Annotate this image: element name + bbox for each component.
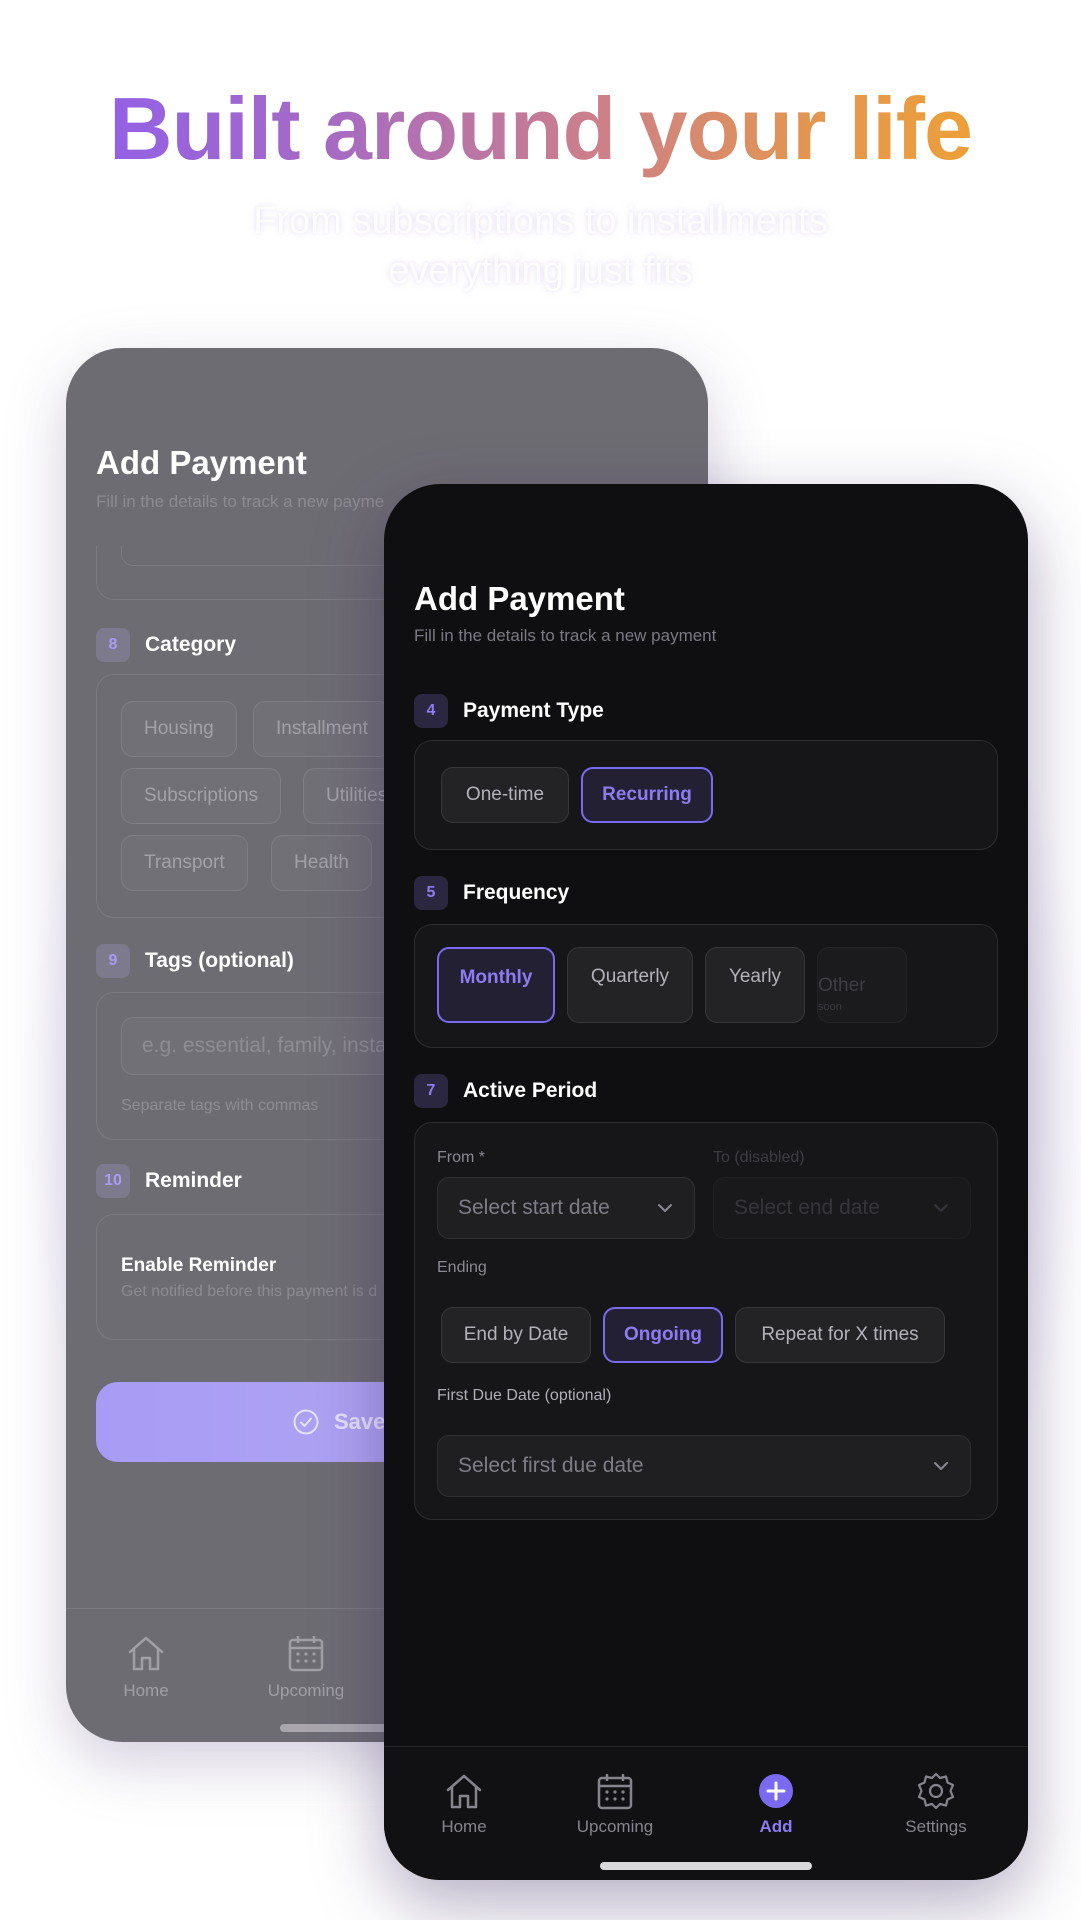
ending-end-by-date[interactable]: End by Date <box>441 1307 591 1363</box>
reminder-toggle-title: Enable Reminder <box>121 1255 277 1276</box>
nav-upcoming[interactable]: Upcoming <box>246 1633 366 1701</box>
section-label: Frequency <box>463 881 570 904</box>
hero-subtitle-line2: everything just fits <box>388 250 693 292</box>
payment-type-card: One-time Recurring <box>414 740 998 850</box>
ending-repeat-x-times[interactable]: Repeat for X times <box>735 1307 945 1363</box>
section-label: Tags (optional) <box>145 949 294 972</box>
payment-type-recurring[interactable]: Recurring <box>581 767 713 823</box>
nav-settings[interactable]: Settings <box>871 1771 1001 1837</box>
nav-label: Upcoming <box>576 1817 654 1836</box>
nav-home[interactable]: Home <box>399 1771 529 1837</box>
payment-type-one-time[interactable]: One-time <box>441 767 569 823</box>
frequency-other: Other soon <box>817 947 907 1023</box>
section-label: Category <box>145 633 237 656</box>
chevron-down-icon <box>934 1204 948 1212</box>
frequency-other-note: soon <box>818 1001 842 1013</box>
step-badge: 8 <box>96 628 130 662</box>
page-title: Add Payment <box>414 580 625 617</box>
frequency-monthly[interactable]: Monthly <box>437 947 555 1023</box>
to-label: To (disabled) <box>713 1149 805 1166</box>
category-chip-transport[interactable]: Transport <box>121 835 248 891</box>
front-phone-screen: Add Payment Fill in the details to track… <box>384 484 1028 1880</box>
gear-icon <box>917 1772 955 1810</box>
category-chip-health[interactable]: Health <box>271 835 372 891</box>
end-date-placeholder: Select end date <box>734 1196 880 1219</box>
reminder-toggle-subtitle: Get notified before this payment is d <box>121 1283 378 1300</box>
category-chip-subscriptions[interactable]: Subscriptions <box>121 768 282 824</box>
ending-ongoing[interactable]: Ongoing <box>603 1307 723 1363</box>
step-badge: 7 <box>414 1074 448 1108</box>
step-badge: 9 <box>96 944 130 978</box>
home-icon <box>446 1774 482 1809</box>
nav-label: Home <box>441 1817 487 1836</box>
section-label: Reminder <box>145 1169 242 1192</box>
tags-section-header: 9 Tags (optional) <box>96 944 294 978</box>
step-badge: 4 <box>414 694 448 728</box>
nav-add[interactable]: Add <box>711 1771 841 1837</box>
frequency-card: Monthly Quarterly Yearly Other soon <box>414 924 998 1048</box>
calendar-icon <box>288 1636 324 1672</box>
step-badge: 10 <box>96 1164 130 1198</box>
nav-home[interactable]: Home <box>86 1633 206 1701</box>
start-date-placeholder: Select start date <box>458 1196 610 1219</box>
page-subtitle: Fill in the details to track a new payme… <box>414 626 717 645</box>
section-label: Active Period <box>463 1079 598 1102</box>
page-title: Add Payment <box>96 444 307 481</box>
frequency-quarterly[interactable]: Quarterly <box>567 947 693 1023</box>
bottom-nav: Home Upcoming Add Settings <box>384 1746 1028 1880</box>
nav-upcoming[interactable]: Upcoming <box>550 1771 680 1837</box>
home-indicator <box>600 1862 812 1870</box>
hero-subtitle-line1: From subscriptions to installments <box>253 200 828 242</box>
payment-type-section-header: 4 Payment Type <box>414 694 604 728</box>
section-label: Payment Type <box>463 699 604 722</box>
nav-label: Upcoming <box>267 1681 345 1700</box>
chevron-down-icon <box>934 1462 948 1470</box>
first-due-date-select[interactable]: Select first due date <box>437 1435 971 1497</box>
category-chip-installment[interactable]: Installment <box>253 701 391 757</box>
plus-circle-icon <box>759 1774 793 1808</box>
hero-subtitle: From subscriptions to installments every… <box>0 196 1081 296</box>
from-label: From * <box>437 1149 485 1166</box>
ending-label: Ending <box>437 1259 487 1276</box>
first-due-date-placeholder: Select first due date <box>458 1454 644 1477</box>
end-date-select: Select end date <box>713 1177 971 1239</box>
frequency-other-label: Other <box>818 975 866 996</box>
active-period-card: From * Select start date To (disabled) S… <box>414 1122 998 1520</box>
start-date-select[interactable]: Select start date <box>437 1177 695 1239</box>
hero-headline: Built around your life <box>0 78 1081 180</box>
category-section-header: 8 Category <box>96 628 236 662</box>
nav-label: Add <box>759 1817 793 1836</box>
check-circle-icon <box>293 1409 319 1435</box>
frequency-yearly[interactable]: Yearly <box>705 947 805 1023</box>
category-chip-housing[interactable]: Housing <box>121 701 237 757</box>
calendar-icon <box>597 1774 633 1810</box>
first-due-label: First Due Date (optional) <box>437 1387 612 1404</box>
nav-label: Settings <box>905 1817 967 1836</box>
nav-label: Home <box>123 1681 169 1700</box>
tags-hint: Separate tags with commas <box>121 1097 319 1114</box>
save-button-label: Save <box>334 1409 386 1434</box>
page-subtitle: Fill in the details to track a new payme <box>96 492 385 511</box>
frequency-section-header: 5 Frequency <box>414 876 569 910</box>
step-badge: 5 <box>414 876 448 910</box>
home-icon <box>128 1636 164 1671</box>
reminder-section-header: 10 Reminder <box>96 1164 242 1198</box>
chevron-down-icon <box>658 1204 672 1212</box>
active-period-section-header: 7 Active Period <box>414 1074 597 1108</box>
